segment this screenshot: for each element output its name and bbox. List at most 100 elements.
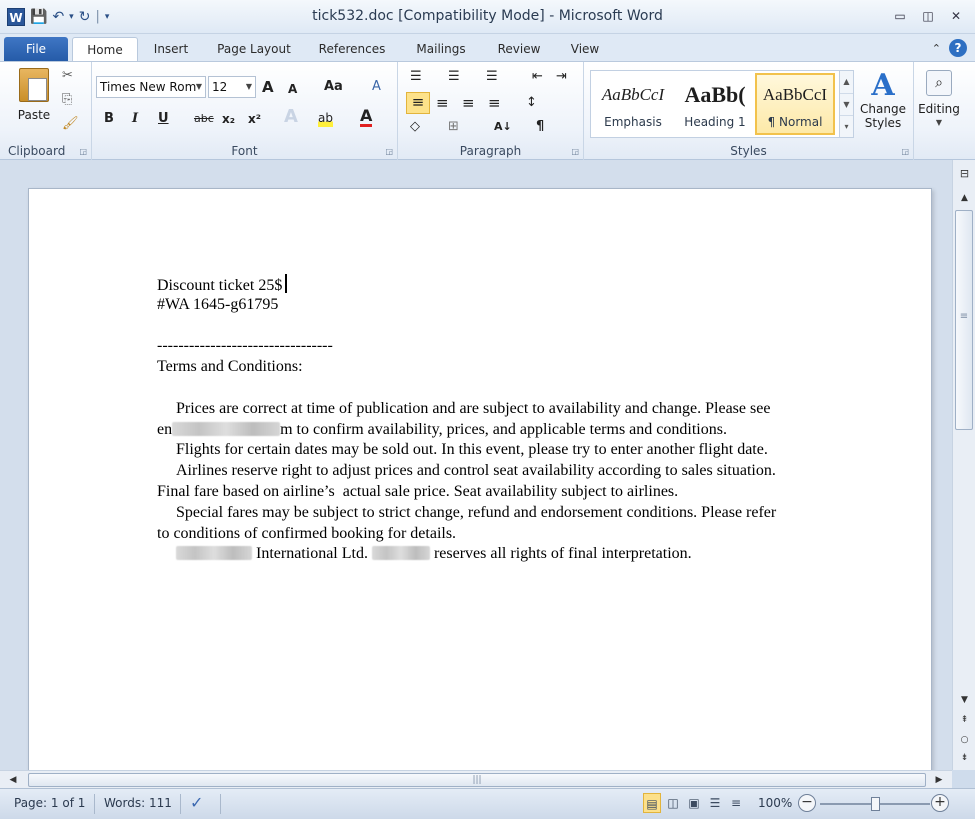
scroll-right-icon[interactable]: ▶ bbox=[932, 772, 946, 788]
font-launcher-icon[interactable]: ◲ bbox=[385, 147, 393, 156]
tab-file[interactable]: File bbox=[4, 37, 68, 61]
font-group-label: Font bbox=[231, 144, 258, 158]
full-screen-reading-icon[interactable]: ◫ bbox=[664, 793, 682, 813]
document-body[interactable]: Discount ticket 25$ #WA 1645-g61795 ----… bbox=[157, 274, 867, 565]
outline-icon[interactable]: ☰ bbox=[706, 793, 724, 813]
web-layout-icon[interactable]: ▣ bbox=[685, 793, 703, 813]
style-heading-1[interactable]: AaBb( Heading 1 bbox=[675, 73, 755, 135]
select-browse-object-icon[interactable]: ○ bbox=[956, 732, 973, 748]
align-left-button[interactable]: ≡ bbox=[406, 92, 430, 114]
style-emphasis[interactable]: AaBbCcI Emphasis bbox=[593, 73, 673, 135]
zoom-in-button[interactable]: + bbox=[931, 794, 949, 812]
font-size-dropdown-icon[interactable]: ▼ bbox=[246, 77, 252, 97]
tab-references[interactable]: References bbox=[316, 37, 388, 61]
chevron-up-icon[interactable]: ▲ bbox=[840, 71, 853, 93]
tab-mailings[interactable]: Mailings bbox=[410, 37, 472, 61]
vertical-scrollbar[interactable]: ⊟ ▲ ▼ ⇞ ○ ⇟ bbox=[952, 160, 975, 770]
shading-icon[interactable]: ◇ bbox=[410, 118, 420, 136]
minimize-button[interactable]: ▭ bbox=[889, 6, 911, 26]
proofing-icon[interactable]: ✓ bbox=[190, 793, 203, 812]
ribbon-right-controls: ⌃ ? bbox=[932, 39, 967, 57]
ruler-toggle-icon[interactable]: ⊟ bbox=[956, 166, 973, 182]
subscript-button[interactable]: x₂ bbox=[222, 110, 235, 128]
clipboard-launcher-icon[interactable]: ◲ bbox=[79, 147, 87, 156]
bullets-icon[interactable]: ☰ bbox=[410, 68, 422, 86]
paste-label: Paste bbox=[17, 108, 51, 122]
tab-view[interactable]: View bbox=[566, 37, 604, 61]
status-separator bbox=[220, 794, 221, 814]
styles-group-label: Styles bbox=[730, 144, 767, 158]
zoom-slider-thumb[interactable] bbox=[871, 797, 880, 811]
superscript-button[interactable]: x² bbox=[248, 110, 261, 128]
underline-button[interactable]: U bbox=[158, 110, 169, 128]
align-right-button[interactable]: ≡ bbox=[462, 94, 475, 112]
styles-gallery-scroll[interactable]: ▲ ▼ ▾ bbox=[839, 71, 853, 137]
font-name-dropdown-icon[interactable]: ▼ bbox=[196, 77, 202, 97]
scroll-down-icon[interactable]: ▼ bbox=[956, 692, 973, 708]
highlight-icon[interactable]: ab bbox=[318, 109, 333, 127]
cut-icon[interactable]: ✂ bbox=[62, 68, 73, 83]
previous-page-icon[interactable]: ⇞ bbox=[956, 712, 973, 728]
styles-launcher-icon[interactable]: ◲ bbox=[901, 147, 909, 156]
tab-review[interactable]: Review bbox=[494, 37, 544, 61]
font-size-box[interactable]: 12 ▼ bbox=[208, 76, 256, 98]
grow-font-icon[interactable]: A bbox=[262, 78, 274, 96]
increase-indent-icon[interactable]: ⇥ bbox=[556, 68, 567, 86]
tab-insert[interactable]: Insert bbox=[150, 37, 192, 61]
format-painter-icon[interactable]: 🖌 bbox=[62, 116, 79, 131]
style-sample: AaBb( bbox=[684, 82, 746, 107]
multilevel-list-icon[interactable]: ☰ bbox=[486, 68, 498, 86]
italic-button[interactable]: I bbox=[132, 110, 138, 128]
chevron-down-icon[interactable]: ▼ bbox=[840, 93, 853, 115]
tab-home[interactable]: Home bbox=[72, 37, 138, 61]
shrink-font-icon[interactable]: A bbox=[288, 80, 297, 98]
doc-line: en m to confirm availability, prices, and… bbox=[157, 420, 727, 438]
vertical-scroll-thumb[interactable] bbox=[955, 210, 973, 430]
clipboard-group: Paste ✂ ⎘ 🖌 Clipboard ◲ bbox=[0, 62, 92, 161]
editing-button[interactable]: ⌕ Editing ▼ bbox=[914, 70, 964, 127]
text-effects-icon[interactable]: A bbox=[284, 108, 298, 126]
decrease-indent-icon[interactable]: ⇤ bbox=[532, 68, 543, 86]
close-button[interactable]: ✕ bbox=[945, 6, 967, 26]
minimize-ribbon-icon[interactable]: ⌃ bbox=[932, 42, 941, 55]
font-color-icon[interactable]: A bbox=[360, 108, 373, 127]
sort-icon[interactable]: A↓ bbox=[494, 118, 512, 136]
change-case-icon[interactable]: Aa bbox=[324, 78, 343, 96]
justify-button[interactable]: ≡ bbox=[488, 94, 501, 112]
style-name: ¶ Normal bbox=[767, 115, 823, 129]
paragraph-launcher-icon[interactable]: ◲ bbox=[571, 147, 579, 156]
tab-page-layout[interactable]: Page Layout bbox=[214, 37, 294, 61]
redacted-text bbox=[172, 421, 281, 436]
print-layout-icon[interactable]: ▤ bbox=[643, 793, 661, 813]
page-count[interactable]: Page: 1 of 1 bbox=[14, 796, 85, 810]
more-styles-icon[interactable]: ▾ bbox=[840, 115, 853, 137]
clear-formatting-icon[interactable]: A bbox=[372, 78, 381, 96]
numbering-icon[interactable]: ☰ bbox=[448, 68, 460, 86]
zoom-level[interactable]: 100% bbox=[758, 796, 792, 810]
bold-button[interactable]: B bbox=[104, 110, 114, 128]
document-page[interactable]: Discount ticket 25$ #WA 1645-g61795 ----… bbox=[28, 188, 932, 788]
paste-button[interactable]: Paste bbox=[8, 68, 60, 122]
style-normal[interactable]: AaBbCcI ¶ Normal bbox=[755, 73, 835, 135]
doc-line: Final fare based on airline’s actual sal… bbox=[157, 482, 679, 500]
strikethrough-button[interactable]: abc bbox=[194, 110, 214, 128]
center-button[interactable]: ≡ bbox=[436, 94, 449, 112]
scroll-left-icon[interactable]: ◀ bbox=[6, 772, 20, 788]
window-title: tick532.doc [Compatibility Mode] - Micro… bbox=[312, 8, 663, 24]
show-hide-icon[interactable]: ¶ bbox=[536, 118, 544, 136]
doc-line: to conditions of confirmed booking for d… bbox=[157, 524, 457, 542]
zoom-out-button[interactable]: − bbox=[798, 794, 816, 812]
line-spacing-icon[interactable]: ↕ bbox=[526, 94, 537, 112]
change-styles-button[interactable]: A Change Styles bbox=[858, 70, 908, 131]
draft-icon[interactable]: ≡ bbox=[727, 793, 745, 813]
horizontal-scroll-thumb[interactable]: ||| bbox=[28, 773, 926, 787]
copy-icon[interactable]: ⎘ bbox=[62, 92, 72, 107]
horizontal-scrollbar[interactable]: ◀ ||| ▶ bbox=[0, 770, 952, 788]
restore-button[interactable]: ◫ bbox=[917, 6, 939, 26]
help-icon[interactable]: ? bbox=[949, 39, 967, 57]
borders-icon[interactable]: ⊞ bbox=[448, 118, 459, 136]
next-page-icon[interactable]: ⇟ bbox=[956, 750, 973, 766]
font-name-box[interactable]: Times New Rom ▼ bbox=[96, 76, 206, 98]
word-count[interactable]: Words: 111 bbox=[104, 796, 172, 810]
scroll-up-icon[interactable]: ▲ bbox=[956, 190, 973, 206]
